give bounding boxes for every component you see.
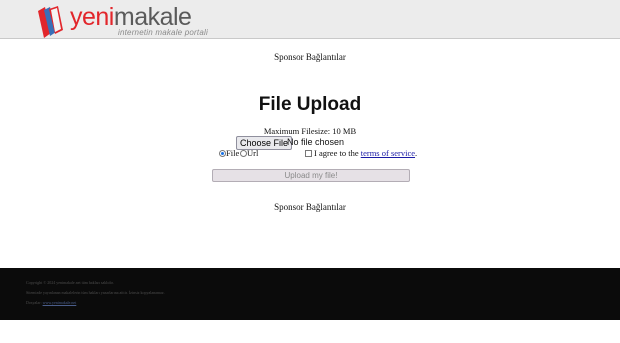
page-title: File Upload bbox=[258, 94, 362, 115]
agree-suffix: . bbox=[415, 148, 418, 158]
site-logo[interactable]: yenimakale bbox=[70, 3, 192, 31]
sponsor-label-top: Sponsor Bağlantılar bbox=[274, 52, 346, 62]
agree-terms-checkbox[interactable] bbox=[305, 150, 312, 157]
radio-file[interactable] bbox=[219, 150, 226, 157]
radio-url-label: Url bbox=[247, 148, 259, 158]
book-logo-icon[interactable] bbox=[36, 5, 66, 39]
radio-file-label: File bbox=[226, 148, 240, 158]
radio-url[interactable] bbox=[240, 150, 247, 157]
footer-files-line: Dosyalar: www.yenimakale.net bbox=[26, 300, 76, 305]
site-footer: Copyright © 2024 yenimakale.net tüm hakl… bbox=[0, 268, 620, 320]
footer-files-prefix: Dosyalar: bbox=[26, 300, 42, 305]
agree-terms-label: I agree to the terms of service. bbox=[314, 148, 417, 158]
upload-file-button[interactable]: Upload my file! bbox=[212, 169, 410, 182]
logo-text-part1: yeni bbox=[70, 3, 114, 31]
max-filesize-text: Maximum Filesize: 10 MB bbox=[263, 126, 357, 136]
footer-copyright: Copyright © 2024 yenimakale.net tüm hakl… bbox=[26, 280, 114, 285]
sponsor-label-bottom: Sponsor Bağlantılar bbox=[274, 202, 346, 212]
choose-file-button[interactable]: Choose File bbox=[236, 136, 293, 150]
terms-of-service-link[interactable]: terms of service bbox=[361, 148, 415, 158]
agree-prefix: I agree to the bbox=[314, 148, 359, 158]
no-file-chosen-text: No file chosen bbox=[287, 137, 345, 147]
site-header: yenimakale internetin makale portali bbox=[0, 0, 620, 39]
footer-notice: Sitemizde yayınlanan makalelerin tüm hak… bbox=[26, 290, 165, 295]
footer-site-link[interactable]: www.yenimakale.net bbox=[43, 300, 77, 305]
logo-text-part2: makale bbox=[113, 3, 192, 31]
site-tagline: internetin makale portali bbox=[118, 28, 208, 37]
